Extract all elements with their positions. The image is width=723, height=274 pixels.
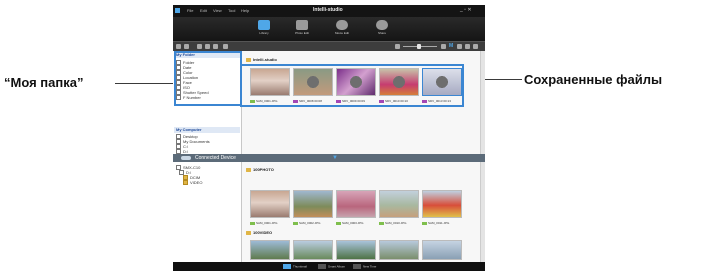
saved-files-highlight [240,64,464,107]
mode-library-label: Library [259,31,269,35]
device-scrollbar[interactable] [480,162,485,262]
mode-movie-edit[interactable]: Movie Edit [331,19,353,39]
file-label: SAM_0011.JPG [422,221,449,225]
menu-bar: File Edit View Tool Help Intelli-studio … [173,5,485,17]
app-window: File Edit View Tool Help Intelli-studio … [173,5,485,271]
back-icon[interactable] [176,44,181,49]
menu-edit[interactable]: Edit [200,8,207,13]
list-view-icon[interactable] [465,44,470,49]
toolbar: M [173,41,485,51]
smart-album-icon [318,264,326,269]
mode-photo-edit[interactable]: Photo Edit [291,19,313,39]
bottom-new-time-button[interactable]: New Time [353,264,376,269]
menu-help[interactable]: Help [241,8,249,13]
movie-edit-icon [336,20,348,30]
thumbnail[interactable] [379,190,419,218]
mode-share-label: Share [377,31,386,35]
mode-movie-edit-label: Movie Edit [334,31,349,35]
expand-chevron-icon[interactable]: ▼ [332,155,338,161]
info-icon[interactable] [223,44,228,49]
device-tree-item[interactable]: VIDEO [183,180,202,186]
my-folder-highlight [174,51,242,106]
menu-file[interactable]: File [187,8,193,13]
photo-edit-icon [296,20,308,30]
zoom-in-icon[interactable] [441,44,446,49]
grid-view-icon[interactable] [457,44,462,49]
bottom-thumbnail-button[interactable]: Thumbnail [283,264,307,269]
thumbnail[interactable] [250,240,290,260]
folder-icon [246,167,251,172]
library-folder-title: Intelli-studio [246,57,277,62]
mode-bar: Library Photo Edit Movie Edit Share [173,17,485,41]
callout-saved-files: Сохраненные файлы [524,72,663,87]
folder-icon [246,230,251,235]
file-label: SAM_0010.JPG [379,221,407,225]
library-icon [258,20,270,30]
bottom-smart-album-button[interactable]: Smart Album [318,264,345,269]
thumbnail[interactable] [422,240,462,260]
photo-folder-title: 100PHOTO [246,167,274,172]
app-brand: Intelli-studio [313,7,343,13]
connected-device-title: Connected Device [195,155,236,161]
file-label: SAM_0003.JPG [336,221,364,225]
detail-view-icon[interactable] [473,44,478,49]
window-controls[interactable]: _ ▫ ✕ [460,7,472,13]
view-mode-label[interactable]: M [449,43,453,49]
thumbnail[interactable] [422,190,462,218]
thumbnail[interactable] [336,190,376,218]
callout-my-folder: “Моя папка” [4,75,84,90]
my-computer-header[interactable]: My Computer [174,127,240,133]
file-label: SAM_0001.JPG [250,221,278,225]
library-scrollbar[interactable] [480,51,485,154]
thumbnail[interactable] [293,240,333,260]
mode-photo-edit-label: Photo Edit [295,31,309,35]
rotate-left-icon[interactable] [197,44,202,49]
device-tree: SMX-C10 D:\ DCIM VIDEO [173,162,241,262]
app-logo-icon [175,8,180,13]
menu-view[interactable]: View [213,8,222,13]
mode-library[interactable]: Library [253,19,275,39]
thumbnail[interactable] [379,240,419,260]
thumbnail[interactable] [336,240,376,260]
menu-tool[interactable]: Tool [228,8,235,13]
thumbnail[interactable] [250,190,290,218]
folder-icon [246,57,251,62]
rotate-right-icon[interactable] [205,44,210,49]
connected-device-bar[interactable]: Connected Device ▼ [173,154,485,162]
thumbnail-icon [283,264,291,269]
file-label: SAM_0002.JPG [293,221,321,225]
forward-icon[interactable] [184,44,189,49]
callout-line-left [115,83,177,84]
mode-share[interactable]: Share [371,19,393,39]
bottom-bar: Thumbnail Smart Album New Time [173,262,485,271]
video-folder-title: 100VIDEO [246,230,272,235]
zoom-out-icon[interactable] [395,44,400,49]
delete-icon[interactable] [213,44,218,49]
new-time-icon [353,264,361,269]
share-icon [376,20,388,30]
device-icon [181,156,191,160]
device-content: 100PHOTO SAM_0001.JPG SAM_0002.JPG SAM_0… [241,162,485,262]
zoom-slider-knob[interactable] [417,44,421,49]
thumbnail[interactable] [293,190,333,218]
